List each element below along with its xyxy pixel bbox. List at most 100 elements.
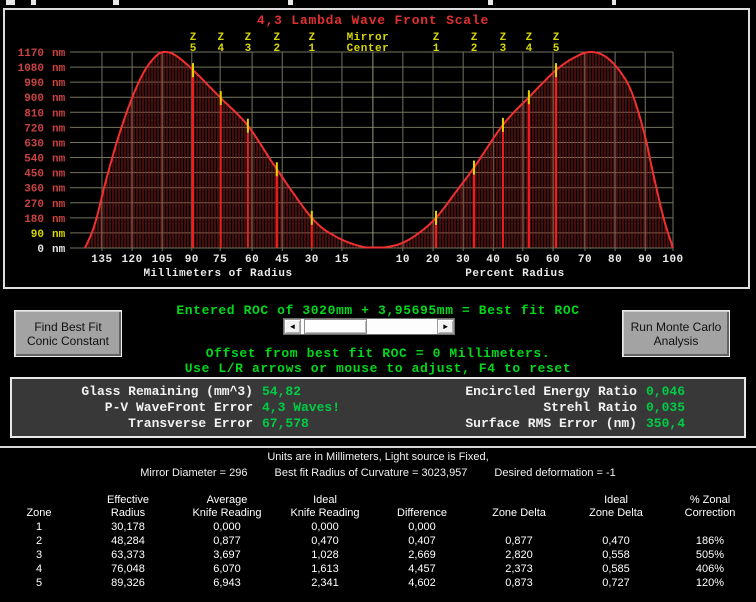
table-cell: 0,877 <box>213 535 241 547</box>
find-best-fit-conic-button[interactable]: Find Best Fit Conic Constant <box>14 310 122 357</box>
units-info-text: Units are in Millimeters, Light source i… <box>267 451 489 463</box>
y-axis-unit: nm <box>52 63 66 75</box>
table-cell: 1 <box>35 521 43 533</box>
table-cell: 5 <box>35 577 43 589</box>
stat-value: 67,578 <box>262 415 309 431</box>
scrollbar-track[interactable] <box>301 319 437 334</box>
scrollbar-thumb[interactable] <box>304 319 367 334</box>
table-row: 4 76,048 6,070 1,613 4,457 2,373 0,585 406% <box>0 562 756 576</box>
stat-row: Transverse Error 67,578 <box>12 415 340 431</box>
table-cell: 0,727 <box>602 577 630 589</box>
table-header-cell: Zone Delta <box>492 507 546 519</box>
table-header-cell: Difference <box>397 507 447 519</box>
x-axis-label: 60 <box>546 254 560 266</box>
table-cell: 186% <box>695 535 725 547</box>
table-cell: 0,000 <box>311 521 339 533</box>
table-cell: 89,326 <box>111 577 145 589</box>
stat-value: 0,035 <box>646 399 686 415</box>
x-axis-label: 40 <box>486 254 500 266</box>
table-cell: 0,470 <box>311 535 339 547</box>
table-row: 3 63,373 3,697 1,028 2,669 2,820 0,558 505% <box>0 548 756 562</box>
y-axis-label: 180 <box>24 214 44 226</box>
adjust-hint-text: Use L/R arrows or mouse to adjust, F4 to… <box>184 361 572 376</box>
stat-label: Encircled Energy Ratio <box>465 383 637 399</box>
mirror-diameter-text: Mirror Diameter = 296 <box>140 467 248 479</box>
x-axis-label: 90 <box>185 254 199 266</box>
run-monte-carlo-button[interactable]: Run Monte Carlo Analysis <box>622 310 730 357</box>
stat-row: Glass Remaining (mm^3) 54,82 <box>12 383 340 399</box>
table-cell: 505% <box>695 549 725 561</box>
stats-right-column: Encircled Energy Ratio 0,046 Strehl Ratio 0… <box>320 383 685 431</box>
table-cell: 2,341 <box>311 577 339 589</box>
y-axis-label: 270 <box>24 199 44 211</box>
y-axis-unit: nm <box>52 154 66 166</box>
x-axis-label: 135 <box>91 254 112 266</box>
stat-row: Strehl Ratio 0,035 <box>320 399 685 415</box>
scrollbar-right-arrow-icon[interactable]: ► <box>437 319 454 334</box>
table-cell: 6,943 <box>213 577 241 589</box>
table-cell: 0,877 <box>505 535 533 547</box>
y-axis-label: 450 <box>24 169 44 181</box>
y-axis-label: 1080 <box>18 63 44 75</box>
stat-value: 0,046 <box>646 383 686 399</box>
y-axis-label: 630 <box>24 138 44 150</box>
table-cell: 120% <box>695 577 725 589</box>
y-axis-label: 900 <box>24 93 44 105</box>
table-cell: 30,178 <box>111 521 145 533</box>
table-cell: 1,028 <box>311 549 339 561</box>
y-axis-unit: nm <box>52 199 66 211</box>
table-cell: 4,602 <box>408 577 436 589</box>
x-axis-label: 70 <box>578 254 592 266</box>
table-header-cell: % Zonal <box>689 494 731 506</box>
x-axis-label: 105 <box>152 254 173 266</box>
mirror-info-text: Mirror Diameter = 296 Best fit Radius of… <box>0 467 756 479</box>
table-row: 1 30,178 0,000 0,000 0,000 <box>0 520 756 534</box>
x-axis-label: 90 <box>638 254 652 266</box>
table-cell: 0,470 <box>602 535 630 547</box>
stats-left-column: Glass Remaining (mm^3) 54,82 P-V WaveFront… <box>12 383 340 431</box>
x-axis-label: 120 <box>121 254 142 266</box>
zone-table: Effective Average Ideal Ideal % Zonal Zone Rad… <box>0 494 756 590</box>
table-header-cell: Average <box>206 494 248 506</box>
table-header-cell: Effective <box>107 494 149 506</box>
table-cell: 2,669 <box>408 549 436 561</box>
zone-label: 1 <box>308 43 315 55</box>
x-axis-label: 20 <box>426 254 440 266</box>
stat-value: 350,4 <box>646 415 686 431</box>
zone-label: 2 <box>274 43 281 55</box>
y-axis-unit: nm <box>52 123 66 135</box>
scrollbar-left-arrow-icon[interactable]: ◄ <box>284 319 301 334</box>
table-header-cell: Knife Reading <box>290 507 360 519</box>
table-header-cell: Zone <box>26 507 52 519</box>
table-cell: 3 <box>35 549 43 561</box>
table-row: 2 48,284 0,877 0,470 0,407 0,877 0,470 186% <box>0 534 756 548</box>
y-axis-unit: nm <box>52 244 66 256</box>
table-cell <box>470 520 568 534</box>
y-axis-unit: nm <box>52 93 66 105</box>
statistics-panel: Glass Remaining (mm^3) 54,82 P-V WaveFront… <box>10 377 746 438</box>
table-header-cell: Knife Reading <box>192 507 262 519</box>
table-cell: 6,070 <box>213 563 241 575</box>
table-cell: 406% <box>695 563 725 575</box>
x-axis-caption-mm: Millimeters of Radius <box>143 268 292 280</box>
y-axis-unit: nm <box>52 229 66 241</box>
table-cell: 4 <box>35 563 43 575</box>
x-axis-label: 45 <box>275 254 289 266</box>
table-cell: 63,373 <box>111 549 145 561</box>
table-cell <box>664 520 756 534</box>
app-window: 1170 nm 1080 nm 990 nm 900 nm 810 nm 720 nm 630 nm 540… <box>0 0 756 602</box>
y-axis-unit: nm <box>52 108 66 120</box>
zone-label: 3 <box>245 43 252 55</box>
roc-offset-scrollbar[interactable]: ◄ ► <box>283 318 455 335</box>
table-cell: 3,697 <box>213 549 241 561</box>
x-axis-label: 100 <box>662 254 683 266</box>
zone-label: 5 <box>553 43 560 55</box>
mirror-center-label: Center <box>347 43 390 55</box>
table-header-cell <box>470 494 568 507</box>
table-cell: 2 <box>35 535 43 547</box>
table-header-cell: Correction <box>684 507 736 519</box>
y-axis-label: 90 <box>31 229 44 241</box>
y-axis-unit: nm <box>52 169 66 181</box>
x-axis-label: 50 <box>516 254 530 266</box>
table-header-cell: Radius <box>110 507 146 519</box>
